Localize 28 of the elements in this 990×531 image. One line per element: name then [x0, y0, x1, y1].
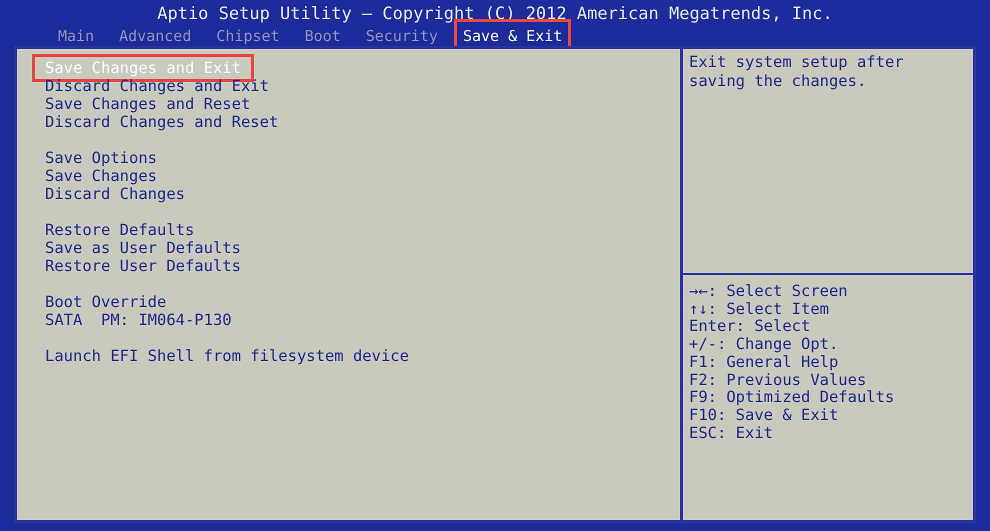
menu-item[interactable]: Launch EFI Shell from filesystem device — [35, 347, 419, 365]
menu-tab[interactable]: Security — [360, 26, 444, 48]
menu-item[interactable]: Discard Changes and Reset — [35, 113, 288, 131]
key-help-text: ESC: Exit — [689, 424, 774, 442]
menu-tab[interactable]: Boot — [298, 26, 347, 48]
menu-tab[interactable]: Save & Exit — [456, 22, 568, 48]
key-help-text: F9: Optimized Defaults — [689, 389, 896, 407]
menu-item[interactable]: SATA PM: IM064-P130 — [35, 311, 242, 329]
help-description: Exit system setup after saving the changes. — [683, 49, 973, 275]
menu-item[interactable]: Restore Defaults — [35, 221, 204, 239]
menu-item[interactable]: Restore User Defaults — [35, 257, 251, 275]
menu-item[interactable]: Save Options — [35, 149, 167, 167]
menu-item[interactable]: Boot Override — [35, 293, 176, 311]
menu-tab[interactable]: Advanced — [113, 26, 198, 48]
menu-tab[interactable]: Chipset — [210, 26, 286, 48]
menu-tab[interactable]: Main — [52, 26, 100, 48]
key-help-text: +/-: Change Opt. — [689, 336, 840, 354]
menu-item[interactable]: Save Changes — [35, 167, 167, 185]
key-help-text: ↑↓: Select Item — [689, 300, 830, 318]
key-help-text: F2: Previous Values — [689, 372, 868, 390]
menu-item[interactable]: Discard Changes — [35, 185, 195, 203]
key-help-text: →←: Select Screen — [689, 283, 849, 301]
key-help-text: Enter: Select — [689, 318, 812, 336]
key-help-text: F10: Save & Exit — [689, 406, 840, 425]
key-help-text: F1: General Help — [689, 354, 840, 372]
menu-item[interactable]: Save Changes and Reset — [35, 95, 260, 113]
menu-item[interactable]: Discard Changes and Exit — [35, 77, 279, 95]
menu-item[interactable]: Save as User Defaults — [35, 239, 251, 257]
